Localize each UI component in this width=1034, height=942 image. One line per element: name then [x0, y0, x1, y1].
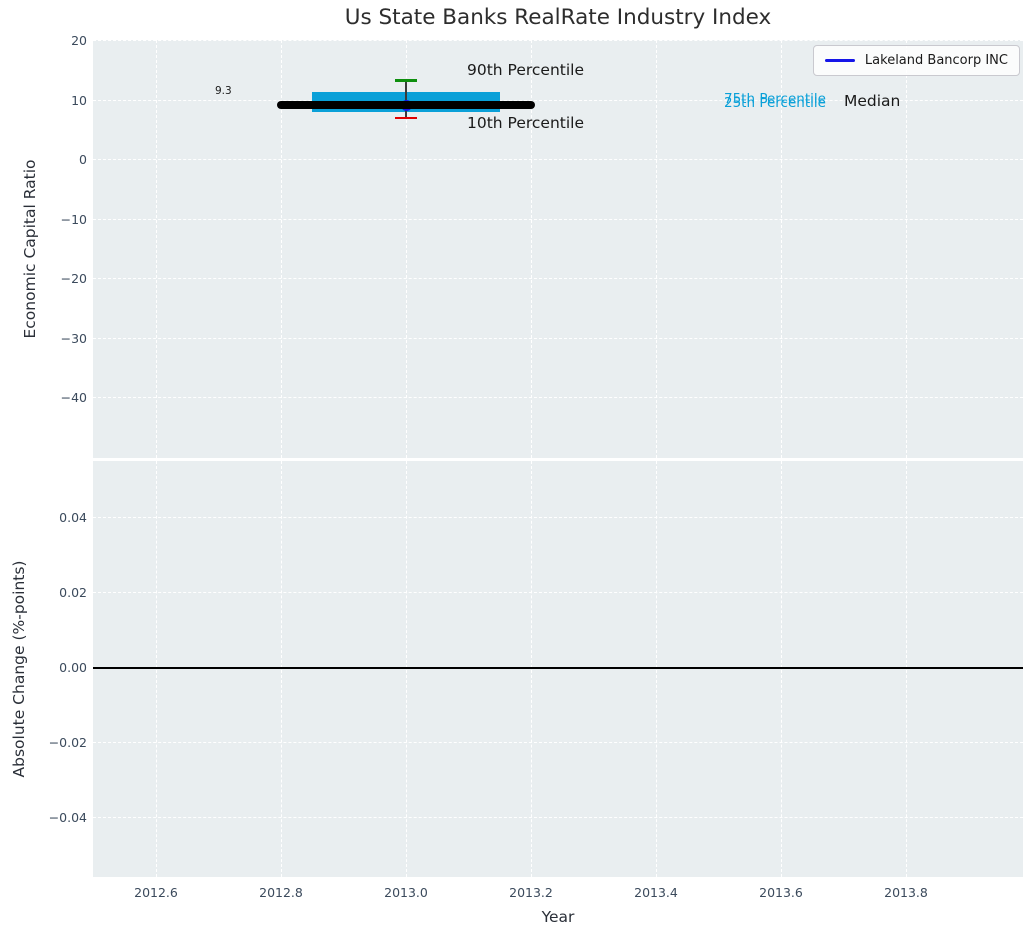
y-tick-label: 0.04: [0, 509, 87, 527]
x-tick-label: 2013.6: [736, 884, 826, 902]
gridline-horizontal: [93, 278, 1023, 279]
x-tick-label: 2013.0: [361, 884, 451, 902]
p90-annotation: 90th Percentile: [467, 61, 584, 80]
y-tick-label: −20: [0, 270, 87, 288]
x-tick-label: 2012.8: [236, 884, 326, 902]
chart-title: Us State Banks RealRate Industry Index: [93, 5, 1023, 30]
p25-annotation: 25th Percentile: [724, 95, 826, 112]
gridline-vertical: [906, 461, 907, 877]
value-annotation: 9.3: [215, 85, 232, 98]
y-tick-label: −40: [0, 389, 87, 407]
median-line: [277, 101, 535, 109]
x-axis-label: Year: [93, 908, 1023, 926]
p10-cap: [395, 117, 417, 120]
gridline-horizontal: [93, 40, 1023, 41]
x-tick-label: 2013.8: [861, 884, 951, 902]
x-tick-label: 2013.4: [611, 884, 701, 902]
median-annotation: Median: [844, 92, 900, 111]
gridline-horizontal: [93, 817, 1023, 818]
gridline-vertical: [531, 461, 532, 877]
p10-annotation: 10th Percentile: [467, 114, 584, 133]
x-tick-label: 2013.2: [486, 884, 576, 902]
gridline-horizontal: [93, 517, 1023, 518]
gridline-horizontal: [93, 397, 1023, 398]
figure: Us State Banks RealRate Industry Index 9…: [0, 0, 1034, 942]
gridline-horizontal: [93, 338, 1023, 339]
gridline-vertical: [656, 461, 657, 877]
zero-line: [93, 667, 1023, 669]
bottom-axes-absolute-change: [93, 461, 1023, 877]
y-tick-label: 20: [0, 32, 87, 50]
gridline-vertical: [156, 461, 157, 877]
y-tick-label: 0.00: [0, 659, 87, 677]
gridline-vertical: [406, 461, 407, 877]
legend-line-sample: [825, 59, 855, 63]
y-tick-label: −30: [0, 330, 87, 348]
y-tick-label: 10: [0, 92, 87, 110]
gridline-horizontal: [93, 159, 1023, 160]
top-axes-economic-capital-ratio: 9.3 90th Percentile 10th Percentile 75th…: [93, 40, 1023, 458]
legend: Lakeland Bancorp INC: [813, 45, 1020, 76]
gridline-vertical: [281, 461, 282, 877]
gridline-vertical: [656, 40, 657, 458]
gridline-vertical: [906, 40, 907, 458]
y-tick-label: 0: [0, 151, 87, 169]
y-tick-label: −0.04: [0, 809, 87, 827]
legend-label: Lakeland Bancorp INC: [865, 53, 1008, 68]
x-tick-label: 2012.6: [111, 884, 201, 902]
gridline-horizontal: [93, 742, 1023, 743]
y-tick-label: 0.02: [0, 584, 87, 602]
y-tick-label: −0.02: [0, 734, 87, 752]
p90-cap: [395, 79, 417, 82]
y-tick-label: −10: [0, 211, 87, 229]
gridline-horizontal: [93, 219, 1023, 220]
gridline-vertical: [156, 40, 157, 458]
gridline-vertical: [781, 461, 782, 877]
gridline-horizontal: [93, 592, 1023, 593]
